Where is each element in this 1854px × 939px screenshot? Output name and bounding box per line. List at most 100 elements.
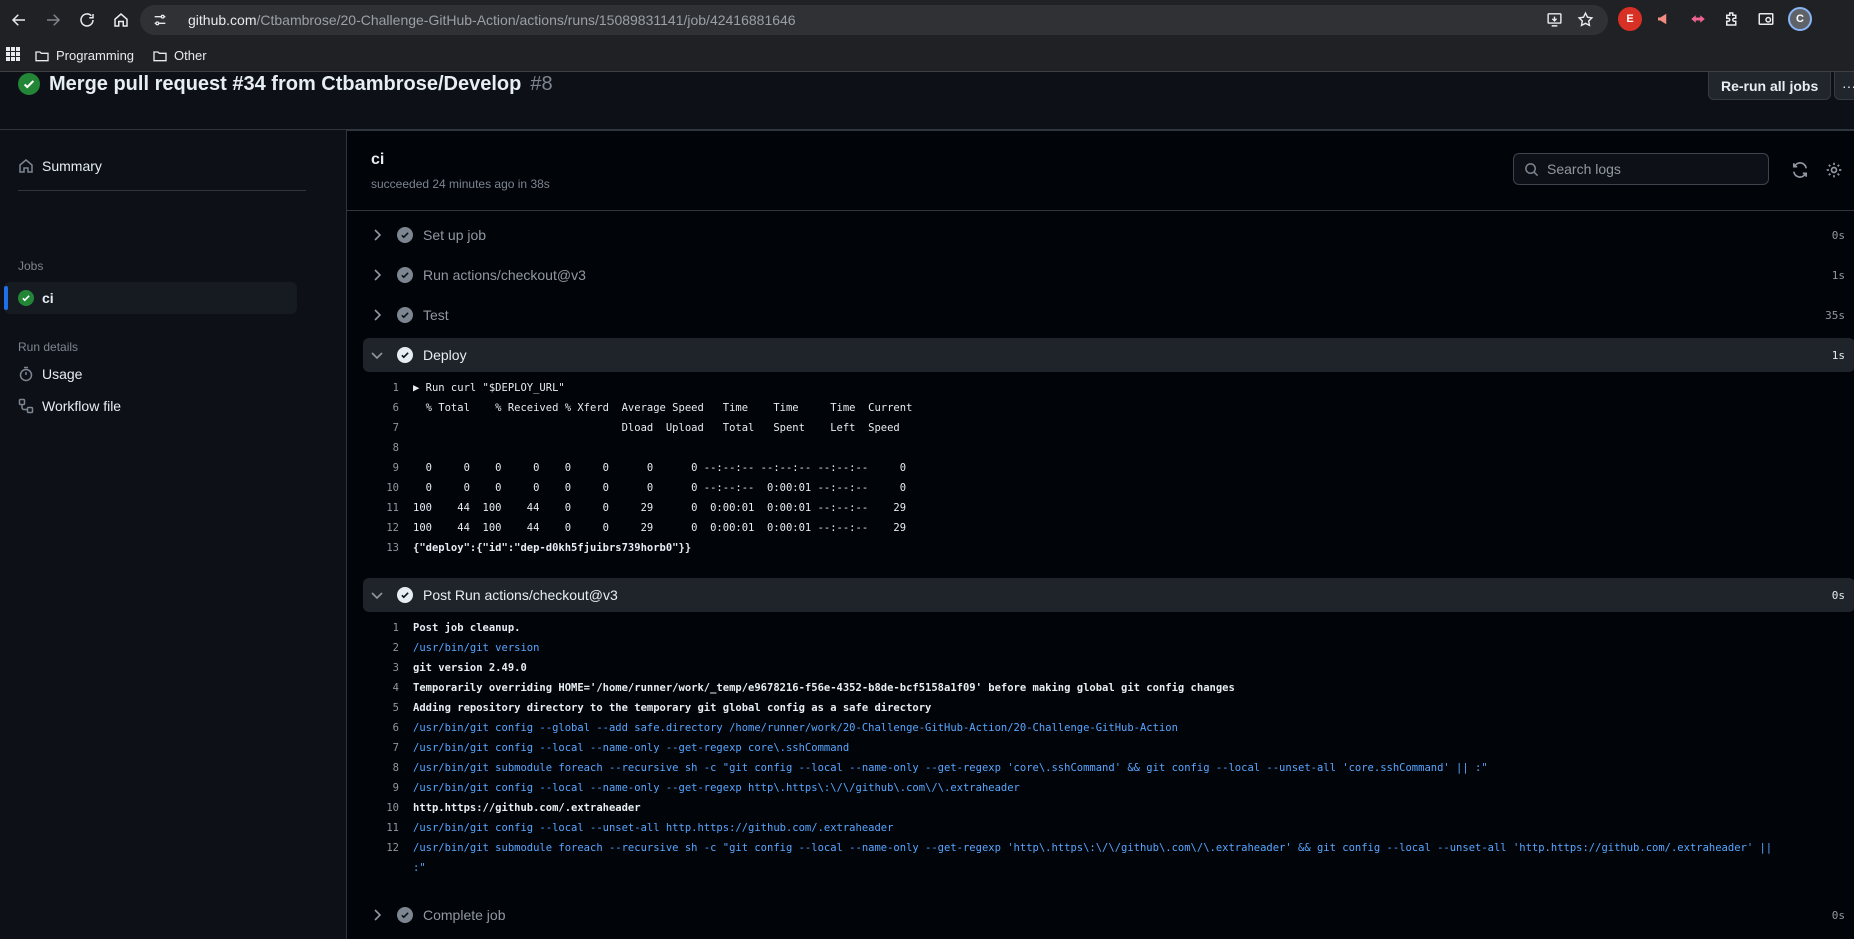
log-line: 4 Temporarily overriding HOME='/home/runn… [363,678,1854,698]
search-icon [1525,162,1539,176]
log-line: :" [363,858,1854,878]
log-line-number[interactable]: 6 [363,722,413,734]
extension-pink-icon[interactable] [1686,7,1710,31]
log-line-number[interactable]: 4 [363,682,413,694]
step-set-up-job[interactable]: Set up job 0s [363,218,1854,252]
log-line-text: http.https://github.com/.extraheader [413,802,641,814]
log-line-text: 0 0 0 0 0 0 0 0 --:--:-- --:--:-- --:--:… [413,462,907,474]
apps-grid-icon[interactable] [6,47,20,64]
run-header: Merge pull request #34 from Ctbambrose/D… [0,72,1854,130]
deploy-log: 1 ▶ Run curl "$DEPLOY_URL" 6 % Total % Rec… [363,378,1854,558]
log-line: 9/usr/bin/git config --local --name-only… [363,778,1854,798]
log-line-number[interactable]: 1 [363,382,413,394]
rerun-all-jobs-button[interactable]: Re-run all jobs [1708,72,1832,100]
chevron-right-icon [374,309,382,321]
more-options-button[interactable]: ··· [1834,72,1854,100]
site-settings-icon[interactable] [152,12,172,28]
log-line-number[interactable]: 5 [363,702,413,714]
sidebar-job-ci[interactable]: ci [4,282,297,314]
log-line-number[interactable]: 9 [363,462,413,474]
step-success-icon [397,347,413,363]
success-check-icon [18,73,40,95]
log-line-text: /usr/bin/git version [413,642,540,654]
bookmarks-bar: Programming Other [0,40,1854,72]
log-line-text: /usr/bin/git config --global --add safe.… [413,722,1178,734]
step-success-icon [397,587,413,603]
log-line: 11/usr/bin/git config --local --unset-al… [363,818,1854,838]
log-line-text: :" [413,862,426,874]
job-status: succeeded 24 minutes ago in 38s [371,177,550,191]
log-line-number[interactable]: 7 [363,422,413,434]
log-line-number[interactable]: 12 [363,842,413,854]
chevron-right-icon [374,269,382,281]
log-line-number[interactable]: 8 [363,442,413,454]
bookmark-folder-programming[interactable]: Programming [34,48,134,64]
step-test[interactable]: Test 35s [363,298,1854,332]
log-line-number[interactable]: 6 [363,402,413,414]
step-post-run-checkout[interactable]: Post Run actions/checkout@v3 0s [363,578,1854,612]
chevron-right-icon [374,229,382,241]
bookmark-folder-other[interactable]: Other [152,48,207,64]
log-line-text: Adding repository directory to the tempo… [413,702,932,714]
step-success-icon [397,307,413,323]
log-line-number[interactable]: 9 [363,782,413,794]
log-line-number[interactable]: 10 [363,482,413,494]
log-line: 5 Adding repository directory to the temp… [363,698,1854,718]
step-deploy[interactable]: Deploy 1s [363,338,1854,372]
back-icon[interactable] [4,5,34,35]
bookmark-star-icon[interactable] [1577,11,1594,31]
search-logs-input[interactable] [1547,161,1747,177]
reload-icon[interactable] [72,5,102,35]
log-line-number[interactable]: 7 [363,742,413,754]
log-line-number[interactable]: 11 [363,822,413,834]
github-actions-page: Merge pull request #34 from Ctbambrose/D… [0,72,1854,939]
log-line-text: 100 44 100 44 0 0 29 0 0:00:01 0:00:01 -… [413,522,907,534]
log-line-text: {"deploy":{"id":"dep-d0kh5fjuibrs739horb… [413,542,692,554]
profile-avatar[interactable]: C [1788,7,1812,31]
log-line-text: 0 0 0 0 0 0 0 0 --:--:-- 0:00:01 --:--:-… [413,482,907,494]
log-line-number[interactable]: 12 [363,522,413,534]
sidebar-item-workflow-file[interactable]: Workflow file [18,398,121,414]
home-icon [19,159,33,173]
step-run-checkout[interactable]: Run actions/checkout@v3 1s [363,258,1854,292]
install-app-icon[interactable] [1546,11,1563,31]
reading-list-icon[interactable] [1754,7,1778,31]
log-line-text: /usr/bin/git config --local --name-only … [413,782,1020,794]
address-bar[interactable]: github.com/Ctbambrose/20-Challenge-GitHu… [140,5,1608,35]
log-line-number[interactable]: 1 [363,622,413,634]
log-line-number[interactable]: 13 [363,542,413,554]
sidebar-item-summary[interactable]: Summary [18,158,102,174]
log-line-number[interactable]: 10 [363,802,413,814]
chevron-right-icon [374,909,382,921]
log-line: 8/usr/bin/git submodule foreach --recurs… [363,758,1854,778]
workflow-icon [18,398,34,414]
stopwatch-icon [19,366,33,382]
log-line: 9 0 0 0 0 0 0 0 0 --:--:-- --:--:-- --:-… [363,458,1854,478]
log-line-number[interactable]: 2 [363,642,413,654]
step-complete-job[interactable]: Complete job 0s [363,898,1854,932]
log-line: 2/usr/bin/git version [363,638,1854,658]
extensions-puzzle-icon[interactable] [1720,7,1744,31]
extension-megaphone-icon[interactable] [1652,7,1676,31]
post-run-log: 1 Post job cleanup. 2/usr/bin/git version 3… [363,618,1854,878]
log-line-text: Dload Upload Total Spent Left Speed [413,422,900,434]
log-line-text: % Total % Received % Xferd Average Speed… [413,402,913,414]
log-line-number[interactable]: 11 [363,502,413,514]
log-line-number[interactable]: 3 [363,662,413,674]
job-name: ci [371,151,385,168]
jobs-heading: Jobs [18,259,44,273]
job-header: ci succeeded 24 minutes ago in 38s [347,131,1854,211]
log-line-text: /usr/bin/git config --local --unset-all … [413,822,894,834]
step-success-icon [397,907,413,923]
forward-icon[interactable] [38,5,68,35]
refresh-icon[interactable] [1791,161,1809,179]
gear-icon[interactable] [1825,161,1843,179]
extension-e-icon[interactable]: E [1618,7,1642,31]
log-line-text: /usr/bin/git submodule foreach --recursi… [413,842,1773,854]
log-line: 10 0 0 0 0 0 0 0 0 --:--:-- 0:00:01 --:-… [363,478,1854,498]
home-icon[interactable] [106,5,136,35]
log-line: 7/usr/bin/git config --local --name-only… [363,738,1854,758]
sidebar-item-usage[interactable]: Usage [18,366,82,382]
search-logs-box[interactable] [1513,153,1769,185]
log-line-number[interactable]: 8 [363,762,413,774]
